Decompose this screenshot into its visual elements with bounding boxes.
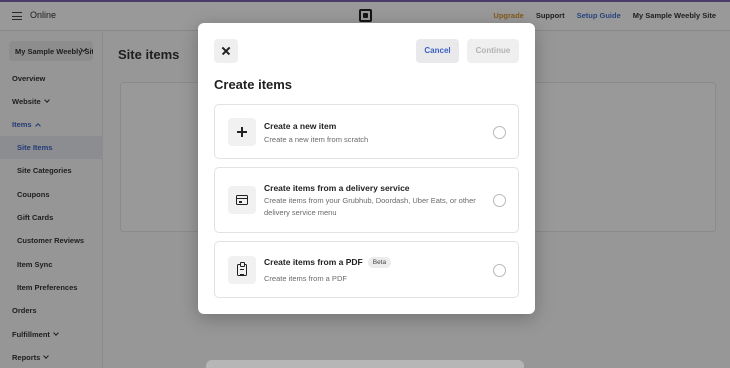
option-title: Create a new item [264, 121, 337, 131]
create-items-dialog: Cancel Continue Create items Create a ne… [198, 23, 535, 314]
continue-button[interactable]: Continue [467, 39, 519, 63]
option-title: Create items from a PDF [264, 257, 363, 267]
option-delivery-service[interactable]: Create items from a delivery service Cre… [214, 167, 519, 233]
option-radio[interactable] [493, 126, 506, 139]
clipboard-icon [228, 256, 256, 284]
option-create-new-item[interactable]: Create a new item Create a new item from… [214, 104, 519, 159]
option-description: Create a new item from scratch [264, 135, 369, 144]
cancel-button[interactable]: Cancel [416, 39, 459, 63]
dialog-title: Create items [214, 77, 293, 92]
close-button[interactable] [214, 39, 238, 63]
option-radio[interactable] [493, 194, 506, 207]
plus-icon [228, 118, 256, 146]
option-description: Create items from a PDF [264, 274, 347, 283]
delivery-menu-icon [228, 186, 256, 214]
option-radio[interactable] [493, 264, 506, 277]
option-title: Create items from a delivery service [264, 183, 410, 193]
option-title-row: Create items from a PDF Beta [264, 257, 392, 268]
background-panel [206, 360, 524, 368]
beta-badge: Beta [367, 257, 392, 268]
option-description: Create items from your Grubhub, Doordash… [264, 196, 476, 217]
option-pdf[interactable]: Create items from a PDF Beta Create items… [214, 241, 519, 298]
